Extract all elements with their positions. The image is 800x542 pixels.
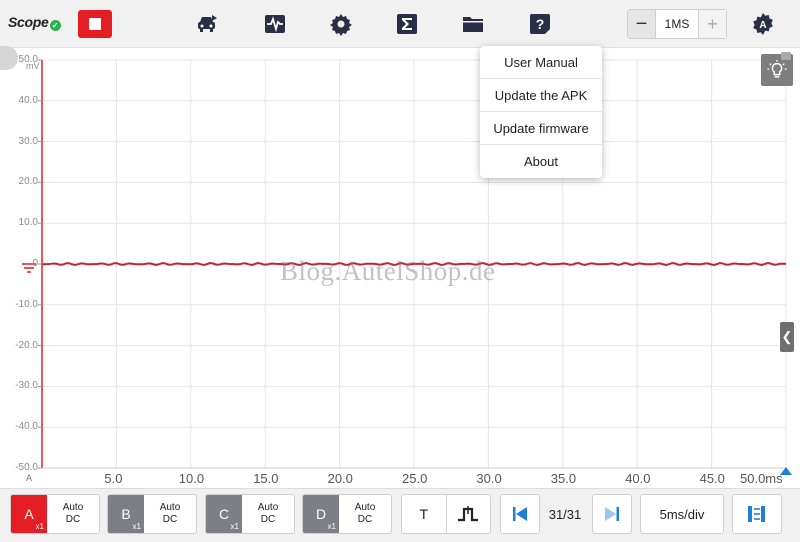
x-tick-label: 25.0 [402, 471, 428, 486]
menu-item-about[interactable]: About [480, 145, 602, 178]
last-frame-button[interactable] [592, 494, 632, 534]
trigger-level-marker[interactable] [781, 52, 791, 60]
settings-button[interactable] [328, 11, 354, 37]
scope-plot[interactable]: mV 50.0 40.0 30.0 20.0 10.0 0 -10.0 -20.0 -30.0-… [0, 48, 800, 488]
app-title: Scope ✓ [8, 14, 61, 31]
trigger-controls: T [401, 494, 491, 534]
help-button[interactable]: ? [527, 11, 553, 37]
device-settings-button[interactable]: A [750, 11, 776, 37]
y-tick-label: 20.0 [18, 176, 38, 188]
x-tick-label: 35.0 [550, 471, 577, 486]
measure-cursor-button[interactable] [732, 494, 782, 534]
channel-b-button[interactable]: Bx1 Auto DC [107, 494, 197, 534]
y-tick-label: -20.0 [15, 339, 38, 351]
x-tick-label: 30.0 [476, 471, 502, 486]
settings-badge-icon: A [753, 13, 773, 35]
channel-a-mode: Auto DC [62, 502, 84, 525]
y-tick-label: 30.0 [18, 135, 38, 147]
sample-rate-value: 1MS [664, 17, 690, 31]
channel-c-mode: Auto DC [257, 502, 279, 525]
channel-a-tag: Ax1 [11, 495, 47, 533]
first-frame-button[interactable] [500, 494, 540, 534]
menu-item-update-apk[interactable]: Update the APK [480, 79, 602, 112]
help-dropdown-menu: User Manual Update the APK Update firmwa… [480, 46, 602, 178]
waveform-icon [265, 15, 285, 33]
sample-rate-decrease-button[interactable]: − [628, 10, 656, 38]
vehicle-icon [198, 15, 217, 32]
top-toolbar: Scope ✓ ? − 1MS + A [0, 0, 800, 48]
files-button[interactable] [460, 11, 486, 37]
x-tick-label: 15.0 [253, 471, 279, 486]
channel-c-tag: Cx1 [206, 495, 242, 533]
scope-app: Scope ✓ ? − 1MS + A mV 50.0 40.0 30.0 20… [0, 0, 800, 542]
channel-a-button[interactable]: Ax1 Auto DC [10, 494, 100, 534]
x-tick-label: 45.0 [699, 471, 725, 486]
connected-check-icon: ✓ [49, 20, 61, 31]
x-tick-label: 5.0 [104, 471, 123, 486]
menu-item-user-manual[interactable]: User Manual [480, 46, 602, 79]
channel-b-mode: Auto DC [159, 502, 181, 525]
y-tick-label: -10.0 [15, 298, 38, 310]
frame-counter: 31/31 [548, 506, 582, 522]
watermark: Blog.AutelShop.de [280, 256, 496, 286]
svg-text:?: ? [536, 16, 545, 32]
cursor-measure-icon [748, 506, 765, 522]
sample-rate-increase-button[interactable]: + [698, 10, 726, 38]
channel-c-button[interactable]: Cx1 Auto DC [205, 494, 295, 534]
y-tick-label: 0 [32, 258, 38, 269]
collapse-panel-button[interactable]: ❮ [780, 322, 794, 352]
help-icon: ? [530, 14, 550, 34]
y-tick-label: 10.0 [18, 217, 38, 229]
channel-d-tag: Dx1 [303, 495, 339, 533]
trigger-edge-button[interactable] [447, 495, 491, 533]
bottom-toolbar: Ax1 Auto DC Bx1 Auto DC Cx1 Auto DC Dx1 Aut… [0, 488, 800, 542]
timebase-button[interactable]: 5ms/div [640, 494, 724, 534]
x-tick-label: 40.0 [625, 471, 651, 486]
x-tick-label: 20.0 [327, 471, 353, 486]
skip-back-icon [513, 507, 527, 521]
y-tick-label: -30.0 [15, 380, 38, 392]
y-tick-label: -50.0 [15, 462, 38, 473]
sigma-icon [397, 14, 417, 34]
axis-channel-label: A [26, 473, 33, 483]
x-tick-label: 10.0 [178, 471, 205, 486]
channel-d-mode: Auto DC [354, 502, 376, 525]
y-tick-label: -40.0 [15, 421, 38, 433]
math-button[interactable] [394, 11, 420, 37]
stop-icon [89, 18, 101, 30]
gear-icon [330, 14, 352, 36]
trigger-button[interactable]: T [402, 495, 447, 533]
stop-button[interactable] [78, 10, 112, 38]
x-tick-label: 50.0ms [740, 471, 783, 486]
trigger-edge-icon [458, 506, 479, 522]
folder-icon [463, 17, 483, 32]
vehicle-button[interactable] [194, 11, 220, 37]
lightbulb-icon [767, 59, 787, 78]
skip-forward-icon [605, 507, 619, 521]
sample-rate-stepper: − 1MS + [627, 9, 727, 39]
channel-b-tag: Bx1 [108, 495, 144, 533]
menu-item-update-firmware[interactable]: Update firmware [480, 112, 602, 145]
channel-d-button[interactable]: Dx1 Auto DC [302, 494, 392, 534]
y-tick-label: 40.0 [18, 94, 38, 106]
svg-text:A: A [759, 20, 766, 31]
chevron-left-icon: ❮ [781, 329, 793, 344]
waveform-button[interactable] [262, 11, 288, 37]
